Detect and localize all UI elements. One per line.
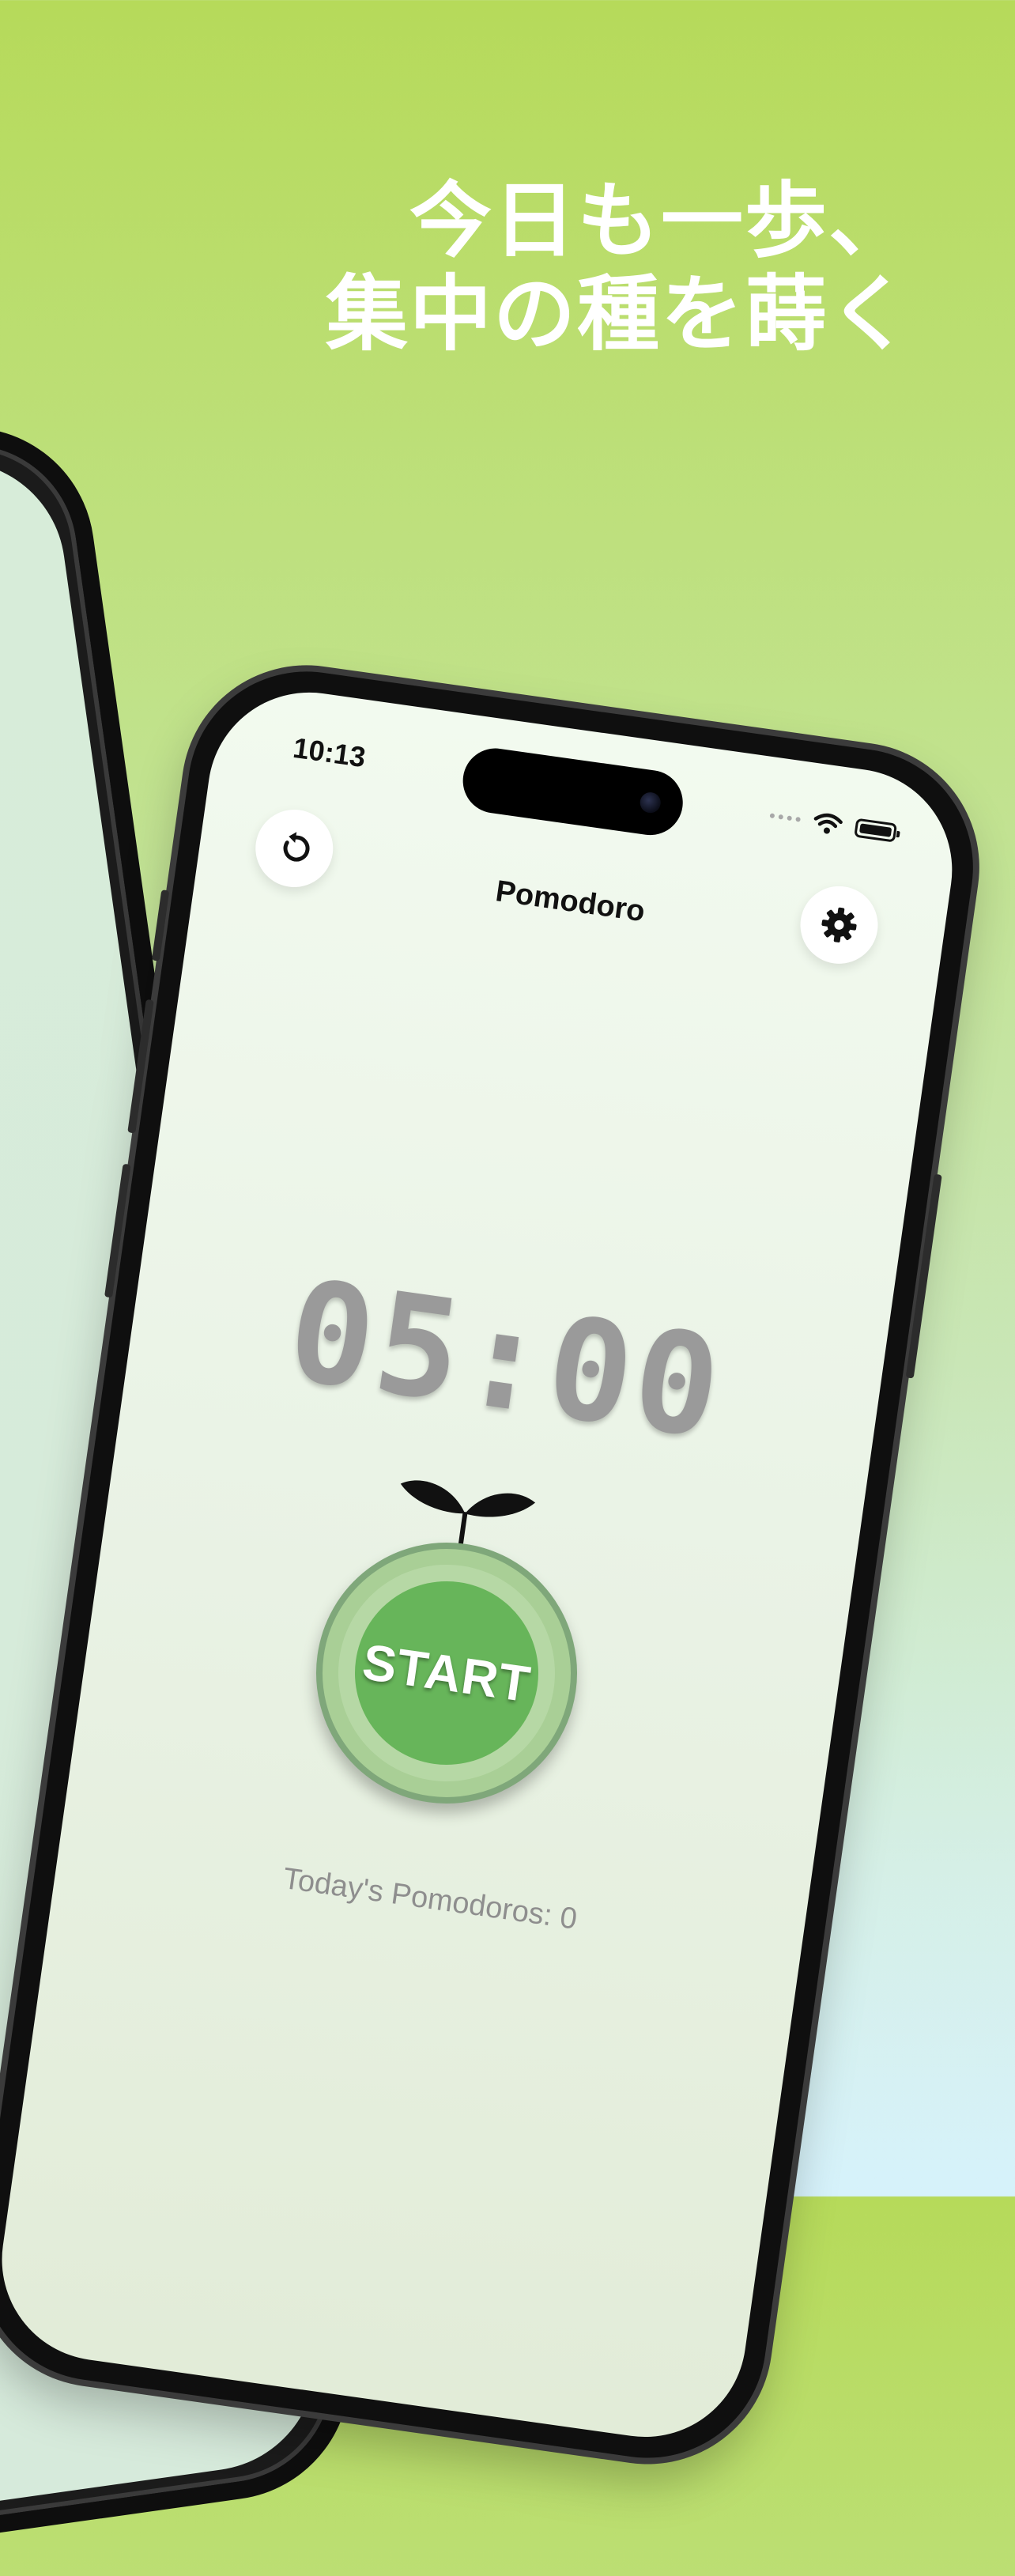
headline-line-1: 今日も一歩、: [409, 172, 912, 269]
start-button-halo: START: [324, 1551, 569, 1796]
phone-side-button: [151, 890, 170, 961]
start-button-ring[interactable]: START: [299, 1525, 594, 1821]
gear-icon: [821, 907, 857, 942]
dynamic-island: [458, 744, 688, 840]
phone-power-button: [905, 1173, 942, 1379]
status-icons: [768, 804, 898, 844]
wifi-icon: [813, 813, 843, 834]
headline-line-2: 集中の種を蒔く: [325, 266, 912, 362]
timer-display: 05:00: [279, 1249, 733, 1471]
today-pomodoro-count: Today's Pomodoros: 0: [281, 1861, 579, 1936]
promo-headline: 今日も一歩、 集中の種を蒔く: [201, 174, 912, 361]
status-time: 10:13: [291, 731, 368, 774]
camera-icon: [639, 791, 662, 814]
start-button[interactable]: START: [342, 1569, 551, 1777]
cellular-signal-icon: [769, 813, 801, 822]
battery-icon: [854, 818, 898, 843]
